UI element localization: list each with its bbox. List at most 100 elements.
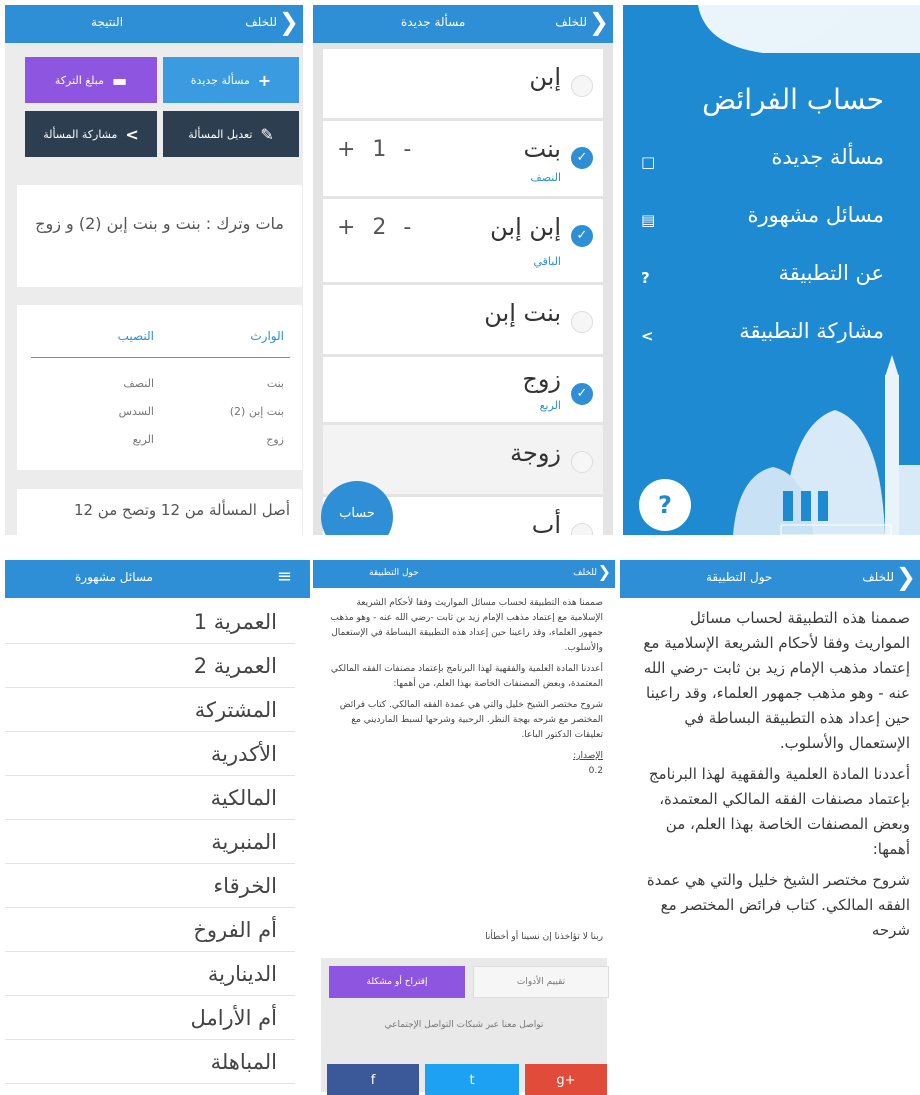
menu-item-share[interactable]: مشاركة التطبيقة (739, 319, 884, 343)
heir-radio[interactable] (571, 75, 593, 97)
back-button[interactable]: للخلف (862, 570, 894, 584)
card-icon: ▬ (112, 70, 128, 90)
about-paragraph: أعددنا المادة العلمية والفقهية لهذا البر… (648, 765, 910, 858)
about-header: ❯ للخلف حول التطبيقة (620, 560, 920, 598)
list-item[interactable]: العمرية 2 (5, 648, 295, 688)
menu-item-new-problem[interactable]: مسألة جديدة (771, 145, 884, 169)
result-table: الوارث النصيب بنت النصف بنت إبن (2) السد… (17, 305, 302, 470)
table-row-heir: زوج (266, 433, 284, 446)
about-text: صممنا هذه التطبيقة لحساب مسائل المواريث … (325, 596, 603, 785)
heir-option[interactable]: ✓ بنت النصف + 1 - (323, 121, 603, 197)
hamburger-menu-icon[interactable]: ≡ (277, 568, 292, 586)
list-item[interactable]: الدينارية (5, 956, 295, 996)
about-paragraph: أعددنا المادة العلمية والفقهية لهذا البر… (330, 664, 603, 689)
new-problem-label: مسألة جديدة (190, 73, 250, 87)
list-item-label: المشتركة (194, 698, 277, 722)
result-header: ❯ للخلف النتيجة (5, 5, 303, 43)
new-problem-button[interactable]: مسألة جديدة + (163, 57, 299, 103)
twitter-button[interactable]: t (425, 1064, 519, 1095)
version-value: 0.2 (588, 766, 603, 776)
col-share-header: النصيب (117, 329, 154, 343)
back-chevron-icon[interactable]: ❯ (598, 562, 611, 582)
page-title: حول التطبيقة (706, 570, 773, 584)
heir-label: بنت إبن (484, 299, 561, 327)
list-item[interactable]: أم الأرامل (5, 1000, 295, 1040)
about-screen-large: ❯ للخلف حول التطبيقة صممنا هذه التطبيقة … (620, 560, 920, 1095)
quantity-stepper[interactable]: + 1 - (337, 137, 411, 162)
list-item-label: الخرقاء (213, 874, 277, 898)
footer-card: أصل المسألة من 12 وتصح من 12 (17, 489, 302, 535)
about-header: ❯ للخلف حول التطبيقة (313, 560, 615, 588)
facebook-button[interactable]: f (327, 1064, 419, 1095)
share-problem-label: مشاركة المسألة (43, 127, 118, 141)
about-paragraph: شروح مختصر الشيخ خليل والتي هي عمدة الفق… (339, 700, 603, 740)
rate-button[interactable]: تقييم الأدوات (473, 966, 609, 998)
back-button[interactable]: للخلف (245, 15, 277, 29)
list-item-label: المالكية (210, 786, 277, 810)
list-item[interactable]: العمرية 1 (5, 604, 295, 644)
list-item-label: أم الفروخ (193, 918, 277, 942)
heir-option[interactable]: بنت إبن (323, 285, 603, 355)
heir-radio[interactable] (571, 311, 593, 333)
list-item[interactable]: المنبرية (5, 824, 295, 864)
heir-option[interactable]: ✓ إبن إبن الباقي + 2 - (323, 199, 603, 283)
list-item-label: الدينارية (207, 962, 277, 986)
report-button[interactable]: إقتراح أو مشكلة (329, 966, 465, 998)
about-screen-small: ❯ للخلف حول التطبيقة صممنا هذه التطبيقة … (313, 560, 615, 1095)
edit-problem-button[interactable]: تعديل المسألة ✎ (163, 111, 299, 157)
back-chevron-icon[interactable]: ❯ (896, 564, 916, 590)
edit-problem-label: تعديل المسألة (188, 127, 253, 141)
heir-option[interactable]: إبن (323, 49, 603, 119)
list-item[interactable]: أم الفروخ (5, 912, 295, 952)
back-chevron-icon[interactable]: ❯ (279, 9, 299, 35)
estate-amount-button[interactable]: مبلغ التركة ▬ (25, 57, 157, 103)
app-title: حساب الفرائض (702, 83, 884, 116)
check-icon[interactable]: ✓ (571, 147, 593, 169)
list-item-label: المباهلة (210, 1050, 277, 1074)
menu-item-about[interactable]: عن التطبيقة (778, 261, 884, 285)
question-icon: ? (641, 269, 650, 287)
heir-label: بنت (523, 135, 562, 163)
heir-label: زوج (522, 365, 561, 393)
table-row-share: الربع (132, 433, 154, 446)
heir-option[interactable]: ✓ زوج الربع (323, 357, 603, 423)
check-icon[interactable]: ✓ (571, 383, 593, 405)
page-title: مسألة جديدة (401, 15, 466, 29)
version-label: الإصدار: (573, 751, 603, 761)
back-button[interactable]: للخلف (573, 568, 597, 578)
menu-item-famous[interactable]: مسائل مشهورة (748, 203, 884, 227)
prayer-text: ربنا لا تؤاخذنا إن نسينا أو أخطأنا (485, 932, 603, 942)
origin-text: أصل المسألة من 12 وتصح من 12 (73, 501, 290, 519)
heir-label: إبن (529, 63, 561, 91)
list-item-label: أم الأرامل (190, 1006, 277, 1030)
back-button[interactable]: للخلف (555, 15, 587, 29)
list-item[interactable]: الأكدرية (5, 736, 295, 776)
page-title: النتيجة (91, 15, 124, 29)
famous-header: مسائل مشهورة ≡ (5, 560, 310, 598)
share-problem-button[interactable]: مشاركة المسألة < (25, 111, 157, 157)
heir-radio[interactable] (571, 523, 593, 535)
list-item[interactable]: المشتركة (5, 692, 295, 732)
pencil-icon: ✎ (260, 124, 274, 144)
document-icon: □ (641, 153, 656, 171)
heir-radio[interactable] (571, 451, 593, 473)
quantity-stepper[interactable]: + 2 - (337, 215, 411, 240)
table-row-heir: بنت إبن (2) (229, 405, 284, 418)
list-item-label: العمرية 1 (193, 610, 277, 634)
col-heir-header: الوارث (250, 329, 284, 343)
google-plus-button[interactable]: g+ (525, 1064, 607, 1095)
summary-card: مات وترك : بنت و بنت إبن (2) و زوج (17, 185, 302, 287)
about-paragraph: صممنا هذه التطبيقة لحساب مسائل المواريث … (643, 609, 910, 752)
list-item[interactable]: الخرقاء (5, 868, 295, 908)
about-text: صممنا هذه التطبيقة لحساب مسائل المواريث … (632, 606, 910, 949)
table-divider (31, 357, 290, 358)
help-button[interactable]: ? (639, 479, 691, 531)
check-icon[interactable]: ✓ (571, 225, 593, 247)
back-chevron-icon[interactable]: ❯ (589, 9, 609, 35)
table-row-heir: بنت (266, 377, 284, 390)
famous-problems-screen: مسائل مشهورة ≡ العمرية 1 العمرية 2 المشت… (5, 560, 310, 1095)
table-row-share: النصف (123, 377, 154, 390)
list-item[interactable]: المالكية (5, 780, 295, 820)
list-item[interactable]: المباهلة (5, 1044, 295, 1084)
page-title: مسائل مشهورة (75, 570, 153, 584)
